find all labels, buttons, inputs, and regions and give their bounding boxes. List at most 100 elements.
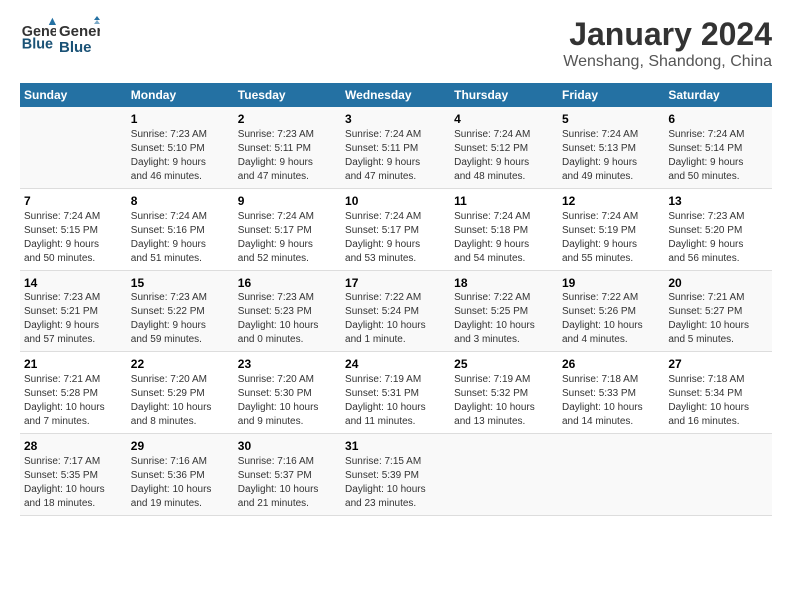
cell-content: Sunrise: 7:22 AM Sunset: 5:24 PM Dayligh… [345, 291, 446, 347]
day-number: 25 [454, 356, 554, 373]
day-number: 1 [131, 111, 230, 128]
cell-content: Sunrise: 7:15 AM Sunset: 5:39 PM Dayligh… [345, 455, 446, 511]
day-number: 27 [668, 356, 768, 373]
logo: General Blue [20, 16, 58, 52]
header: General Blue General Blue January 2024 W… [20, 16, 772, 71]
calendar-cell: 15Sunrise: 7:23 AM Sunset: 5:22 PM Dayli… [127, 270, 234, 352]
calendar-cell: 13Sunrise: 7:23 AM Sunset: 5:20 PM Dayli… [664, 188, 772, 270]
week-row-4: 21Sunrise: 7:21 AM Sunset: 5:28 PM Dayli… [20, 352, 772, 434]
day-number: 15 [131, 275, 230, 292]
calendar-cell: 23Sunrise: 7:20 AM Sunset: 5:30 PM Dayli… [234, 352, 341, 434]
cell-content: Sunrise: 7:24 AM Sunset: 5:12 PM Dayligh… [454, 128, 554, 184]
calendar-cell: 30Sunrise: 7:16 AM Sunset: 5:37 PM Dayli… [234, 434, 341, 516]
day-number: 14 [24, 275, 123, 292]
week-row-1: 1Sunrise: 7:23 AM Sunset: 5:10 PM Daylig… [20, 107, 772, 188]
calendar-cell: 9Sunrise: 7:24 AM Sunset: 5:17 PM Daylig… [234, 188, 341, 270]
calendar-cell: 29Sunrise: 7:16 AM Sunset: 5:36 PM Dayli… [127, 434, 234, 516]
calendar-cell: 20Sunrise: 7:21 AM Sunset: 5:27 PM Dayli… [664, 270, 772, 352]
day-number: 2 [238, 111, 337, 128]
day-number: 22 [131, 356, 230, 373]
calendar-cell: 6Sunrise: 7:24 AM Sunset: 5:14 PM Daylig… [664, 107, 772, 188]
title-block: January 2024 Wenshang, Shandong, China [563, 16, 772, 71]
cell-content: Sunrise: 7:22 AM Sunset: 5:25 PM Dayligh… [454, 291, 554, 347]
column-header-saturday: Saturday [664, 83, 772, 107]
day-number: 3 [345, 111, 446, 128]
day-number: 21 [24, 356, 123, 373]
calendar-cell: 10Sunrise: 7:24 AM Sunset: 5:17 PM Dayli… [341, 188, 450, 270]
cell-content: Sunrise: 7:20 AM Sunset: 5:30 PM Dayligh… [238, 373, 337, 429]
cell-content: Sunrise: 7:24 AM Sunset: 5:15 PM Dayligh… [24, 210, 123, 266]
day-number: 17 [345, 275, 446, 292]
cell-content: Sunrise: 7:24 AM Sunset: 5:13 PM Dayligh… [562, 128, 660, 184]
cell-content: Sunrise: 7:19 AM Sunset: 5:32 PM Dayligh… [454, 373, 554, 429]
calendar-cell: 27Sunrise: 7:18 AM Sunset: 5:34 PM Dayli… [664, 352, 772, 434]
calendar-cell: 2Sunrise: 7:23 AM Sunset: 5:11 PM Daylig… [234, 107, 341, 188]
column-header-sunday: Sunday [20, 83, 127, 107]
calendar-cell: 21Sunrise: 7:21 AM Sunset: 5:28 PM Dayli… [20, 352, 127, 434]
day-number: 19 [562, 275, 660, 292]
day-number: 30 [238, 438, 337, 455]
day-number: 9 [238, 193, 337, 210]
calendar-cell: 4Sunrise: 7:24 AM Sunset: 5:12 PM Daylig… [450, 107, 558, 188]
cell-content: Sunrise: 7:24 AM Sunset: 5:18 PM Dayligh… [454, 210, 554, 266]
week-row-3: 14Sunrise: 7:23 AM Sunset: 5:21 PM Dayli… [20, 270, 772, 352]
cell-content: Sunrise: 7:23 AM Sunset: 5:22 PM Dayligh… [131, 291, 230, 347]
column-header-wednesday: Wednesday [341, 83, 450, 107]
column-header-tuesday: Tuesday [234, 83, 341, 107]
calendar-cell: 28Sunrise: 7:17 AM Sunset: 5:35 PM Dayli… [20, 434, 127, 516]
logo-icon: General Blue [20, 16, 56, 52]
day-number: 24 [345, 356, 446, 373]
cell-content: Sunrise: 7:19 AM Sunset: 5:31 PM Dayligh… [345, 373, 446, 429]
cell-content: Sunrise: 7:18 AM Sunset: 5:34 PM Dayligh… [668, 373, 768, 429]
calendar-cell: 7Sunrise: 7:24 AM Sunset: 5:15 PM Daylig… [20, 188, 127, 270]
cell-content: Sunrise: 7:23 AM Sunset: 5:10 PM Dayligh… [131, 128, 230, 184]
logo-svg: General Blue [58, 16, 100, 58]
cell-content: Sunrise: 7:21 AM Sunset: 5:27 PM Dayligh… [668, 291, 768, 347]
day-number: 4 [454, 111, 554, 128]
cell-content: Sunrise: 7:23 AM Sunset: 5:21 PM Dayligh… [24, 291, 123, 347]
day-number: 20 [668, 275, 768, 292]
svg-text:Blue: Blue [22, 36, 53, 52]
day-number: 10 [345, 193, 446, 210]
logo-text-block: General Blue [58, 16, 100, 58]
day-number: 26 [562, 356, 660, 373]
cell-content: Sunrise: 7:24 AM Sunset: 5:17 PM Dayligh… [345, 210, 446, 266]
day-number: 28 [24, 438, 123, 455]
calendar-cell: 17Sunrise: 7:22 AM Sunset: 5:24 PM Dayli… [341, 270, 450, 352]
cell-content: Sunrise: 7:24 AM Sunset: 5:17 PM Dayligh… [238, 210, 337, 266]
cell-content: Sunrise: 7:24 AM Sunset: 5:16 PM Dayligh… [131, 210, 230, 266]
calendar-cell: 19Sunrise: 7:22 AM Sunset: 5:26 PM Dayli… [558, 270, 664, 352]
day-number: 7 [24, 193, 123, 210]
calendar-cell: 1Sunrise: 7:23 AM Sunset: 5:10 PM Daylig… [127, 107, 234, 188]
day-number: 6 [668, 111, 768, 128]
calendar-cell: 18Sunrise: 7:22 AM Sunset: 5:25 PM Dayli… [450, 270, 558, 352]
calendar-cell: 26Sunrise: 7:18 AM Sunset: 5:33 PM Dayli… [558, 352, 664, 434]
month-title: January 2024 [563, 16, 772, 53]
calendar-cell: 14Sunrise: 7:23 AM Sunset: 5:21 PM Dayli… [20, 270, 127, 352]
cell-content: Sunrise: 7:20 AM Sunset: 5:29 PM Dayligh… [131, 373, 230, 429]
cell-content: Sunrise: 7:21 AM Sunset: 5:28 PM Dayligh… [24, 373, 123, 429]
page-container: General Blue General Blue January 2024 W… [0, 0, 792, 526]
cell-content: Sunrise: 7:17 AM Sunset: 5:35 PM Dayligh… [24, 455, 123, 511]
calendar-cell [20, 107, 127, 188]
day-number: 11 [454, 193, 554, 210]
day-number: 18 [454, 275, 554, 292]
cell-content: Sunrise: 7:24 AM Sunset: 5:14 PM Dayligh… [668, 128, 768, 184]
column-header-friday: Friday [558, 83, 664, 107]
calendar-cell [450, 434, 558, 516]
calendar-cell: 31Sunrise: 7:15 AM Sunset: 5:39 PM Dayli… [341, 434, 450, 516]
week-row-2: 7Sunrise: 7:24 AM Sunset: 5:15 PM Daylig… [20, 188, 772, 270]
cell-content: Sunrise: 7:23 AM Sunset: 5:20 PM Dayligh… [668, 210, 768, 266]
cell-content: Sunrise: 7:24 AM Sunset: 5:11 PM Dayligh… [345, 128, 446, 184]
calendar-cell: 24Sunrise: 7:19 AM Sunset: 5:31 PM Dayli… [341, 352, 450, 434]
calendar-cell: 12Sunrise: 7:24 AM Sunset: 5:19 PM Dayli… [558, 188, 664, 270]
calendar-cell: 22Sunrise: 7:20 AM Sunset: 5:29 PM Dayli… [127, 352, 234, 434]
day-number: 13 [668, 193, 768, 210]
calendar-cell [558, 434, 664, 516]
calendar-table: SundayMondayTuesdayWednesdayThursdayFrid… [20, 83, 772, 516]
cell-content: Sunrise: 7:18 AM Sunset: 5:33 PM Dayligh… [562, 373, 660, 429]
column-header-thursday: Thursday [450, 83, 558, 107]
column-header-monday: Monday [127, 83, 234, 107]
day-number: 5 [562, 111, 660, 128]
calendar-cell: 11Sunrise: 7:24 AM Sunset: 5:18 PM Dayli… [450, 188, 558, 270]
